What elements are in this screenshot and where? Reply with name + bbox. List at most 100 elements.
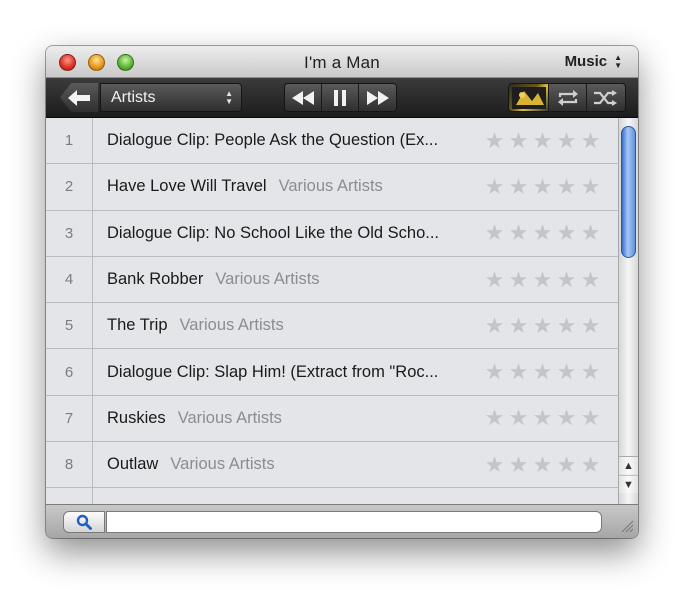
track-row[interactable]	[46, 488, 618, 504]
rewind-button[interactable]	[285, 84, 322, 111]
star-rating[interactable]: ★ ★ ★ ★ ★	[483, 222, 602, 244]
scroll-down-arrow-icon[interactable]: ▼	[619, 475, 638, 493]
track-title-cell: Bank Robber Various Artists	[93, 270, 477, 289]
star-icon[interactable]: ★	[531, 407, 554, 429]
star-icon[interactable]: ★	[483, 175, 506, 198]
scroll-up-arrow-icon[interactable]: ▲	[619, 456, 638, 474]
star-icon[interactable]: ★	[507, 453, 530, 476]
track-number: 5	[46, 303, 93, 349]
browse-select-label: Artists	[111, 89, 156, 106]
track-artist: Various Artists	[170, 455, 275, 474]
updown-chevron-icon: ▲ ▼	[225, 89, 233, 106]
star-rating[interactable]: ★ ★ ★ ★ ★	[483, 361, 602, 383]
track-row[interactable]: 4 Bank Robber Various Artists ★ ★ ★ ★ ★	[46, 256, 618, 304]
search-button[interactable]	[63, 511, 105, 533]
star-icon[interactable]: ★	[531, 268, 554, 291]
track-row[interactable]: 2 Have Love Will Travel Various Artists ★ ★ ★…	[46, 164, 618, 211]
fast-forward-icon	[366, 90, 389, 105]
star-icon[interactable]: ★	[507, 268, 530, 291]
star-icon[interactable]: ★	[507, 407, 530, 429]
star-icon[interactable]: ★	[555, 361, 578, 383]
track-title: Dialogue Clip: Slap Him! (Extract from "…	[107, 362, 439, 381]
track-title-cell: Dialogue Clip: No School Like the Old Sc…	[93, 224, 477, 243]
source-select[interactable]: Music ▲ ▼	[565, 53, 622, 70]
vertical-scrollbar[interactable]: ▲ ▼	[618, 118, 638, 504]
star-icon[interactable]: ★	[507, 361, 530, 383]
star-icon[interactable]: ★	[579, 268, 602, 291]
search-input[interactable]	[106, 511, 602, 533]
fast-forward-button[interactable]	[359, 84, 396, 111]
track-row[interactable]: 7 Ruskies Various Artists ★ ★ ★ ★ ★	[46, 395, 618, 443]
star-icon[interactable]: ★	[579, 453, 602, 476]
repeat-button[interactable]	[549, 84, 587, 111]
star-icon[interactable]: ★	[579, 175, 602, 198]
app-window: I'm a Man Music ▲ ▼ Artists ▲ ▼ 1 Dialog…	[46, 46, 638, 538]
star-icon[interactable]: ★	[555, 129, 578, 152]
star-icon[interactable]: ★	[579, 407, 602, 429]
scroll-thumb[interactable]	[621, 126, 636, 258]
star-icon[interactable]: ★	[579, 222, 602, 244]
track-title-cell: Ruskies Various Artists	[93, 409, 477, 428]
track-title-cell: Dialogue Clip: People Ask the Question (…	[93, 131, 477, 150]
star-icon[interactable]: ★	[483, 407, 506, 429]
star-icon[interactable]: ★	[531, 314, 554, 337]
star-icon[interactable]: ★	[555, 314, 578, 337]
track-number: 6	[46, 349, 93, 395]
album-art-button[interactable]	[509, 84, 549, 111]
star-rating[interactable]: ★ ★ ★ ★ ★	[483, 129, 602, 152]
star-icon[interactable]: ★	[579, 129, 602, 152]
track-artist: Various Artists	[179, 316, 284, 335]
track-row[interactable]: 1 Dialogue Clip: People Ask the Question …	[46, 118, 618, 165]
star-rating[interactable]: ★ ★ ★ ★ ★	[483, 453, 602, 476]
star-icon[interactable]: ★	[483, 453, 506, 476]
resize-grip-icon[interactable]	[620, 519, 634, 533]
pause-button[interactable]	[322, 84, 359, 111]
track-row[interactable]: 5 The Trip Various Artists ★ ★ ★ ★ ★	[46, 303, 618, 350]
track-title: Have Love Will Travel	[107, 177, 267, 196]
track-row[interactable]: 6 Dialogue Clip: Slap Him! (Extract from …	[46, 349, 618, 396]
star-icon[interactable]: ★	[483, 361, 506, 383]
star-icon[interactable]: ★	[483, 222, 506, 244]
track-title: Outlaw	[107, 455, 159, 474]
track-list[interactable]: 1 Dialogue Clip: People Ask the Question …	[46, 118, 618, 504]
star-icon[interactable]: ★	[555, 407, 578, 429]
track-title: Dialogue Clip: No School Like the Old Sc…	[107, 223, 440, 242]
track-title: Bank Robber	[107, 270, 204, 289]
star-icon[interactable]: ★	[507, 222, 530, 244]
star-icon[interactable]: ★	[483, 129, 506, 152]
track-row[interactable]: 3 Dialogue Clip: No School Like the Old S…	[46, 210, 618, 257]
star-icon[interactable]: ★	[531, 175, 554, 198]
star-rating[interactable]: ★ ★ ★ ★ ★	[483, 314, 602, 337]
track-title: Ruskies	[107, 408, 166, 427]
star-icon[interactable]: ★	[579, 361, 602, 383]
star-rating[interactable]: ★ ★ ★ ★ ★	[483, 268, 602, 291]
source-select-label: Music	[564, 53, 608, 70]
star-rating[interactable]: ★ ★ ★ ★ ★	[483, 407, 602, 429]
star-icon[interactable]: ★	[483, 314, 506, 337]
star-icon[interactable]: ★	[555, 268, 578, 291]
star-icon[interactable]: ★	[483, 268, 506, 291]
star-icon[interactable]: ★	[579, 314, 602, 337]
back-button[interactable]	[60, 83, 98, 112]
track-number: 1	[46, 118, 93, 164]
star-icon[interactable]: ★	[507, 314, 530, 337]
search-icon	[76, 514, 92, 530]
arrow-left-icon	[68, 89, 90, 106]
star-icon[interactable]: ★	[555, 222, 578, 244]
star-icon[interactable]: ★	[507, 175, 530, 198]
star-icon[interactable]: ★	[531, 129, 554, 152]
star-icon[interactable]: ★	[531, 361, 554, 383]
track-artist: Various Artists	[215, 270, 320, 289]
star-icon[interactable]: ★	[531, 453, 554, 476]
track-artist: Various Artists	[278, 177, 383, 196]
star-icon[interactable]: ★	[507, 129, 530, 152]
star-icon[interactable]: ★	[555, 453, 578, 476]
star-icon[interactable]: ★	[555, 175, 578, 198]
browse-select[interactable]: Artists ▲ ▼	[100, 83, 242, 112]
star-rating[interactable]: ★ ★ ★ ★ ★	[483, 175, 602, 198]
shuffle-button[interactable]	[587, 84, 625, 111]
track-row[interactable]: 8 Outlaw Various Artists ★ ★ ★ ★ ★	[46, 442, 618, 489]
star-icon[interactable]: ★	[531, 222, 554, 244]
title-bar[interactable]: I'm a Man Music ▲ ▼	[46, 46, 638, 78]
pause-icon	[334, 89, 346, 106]
